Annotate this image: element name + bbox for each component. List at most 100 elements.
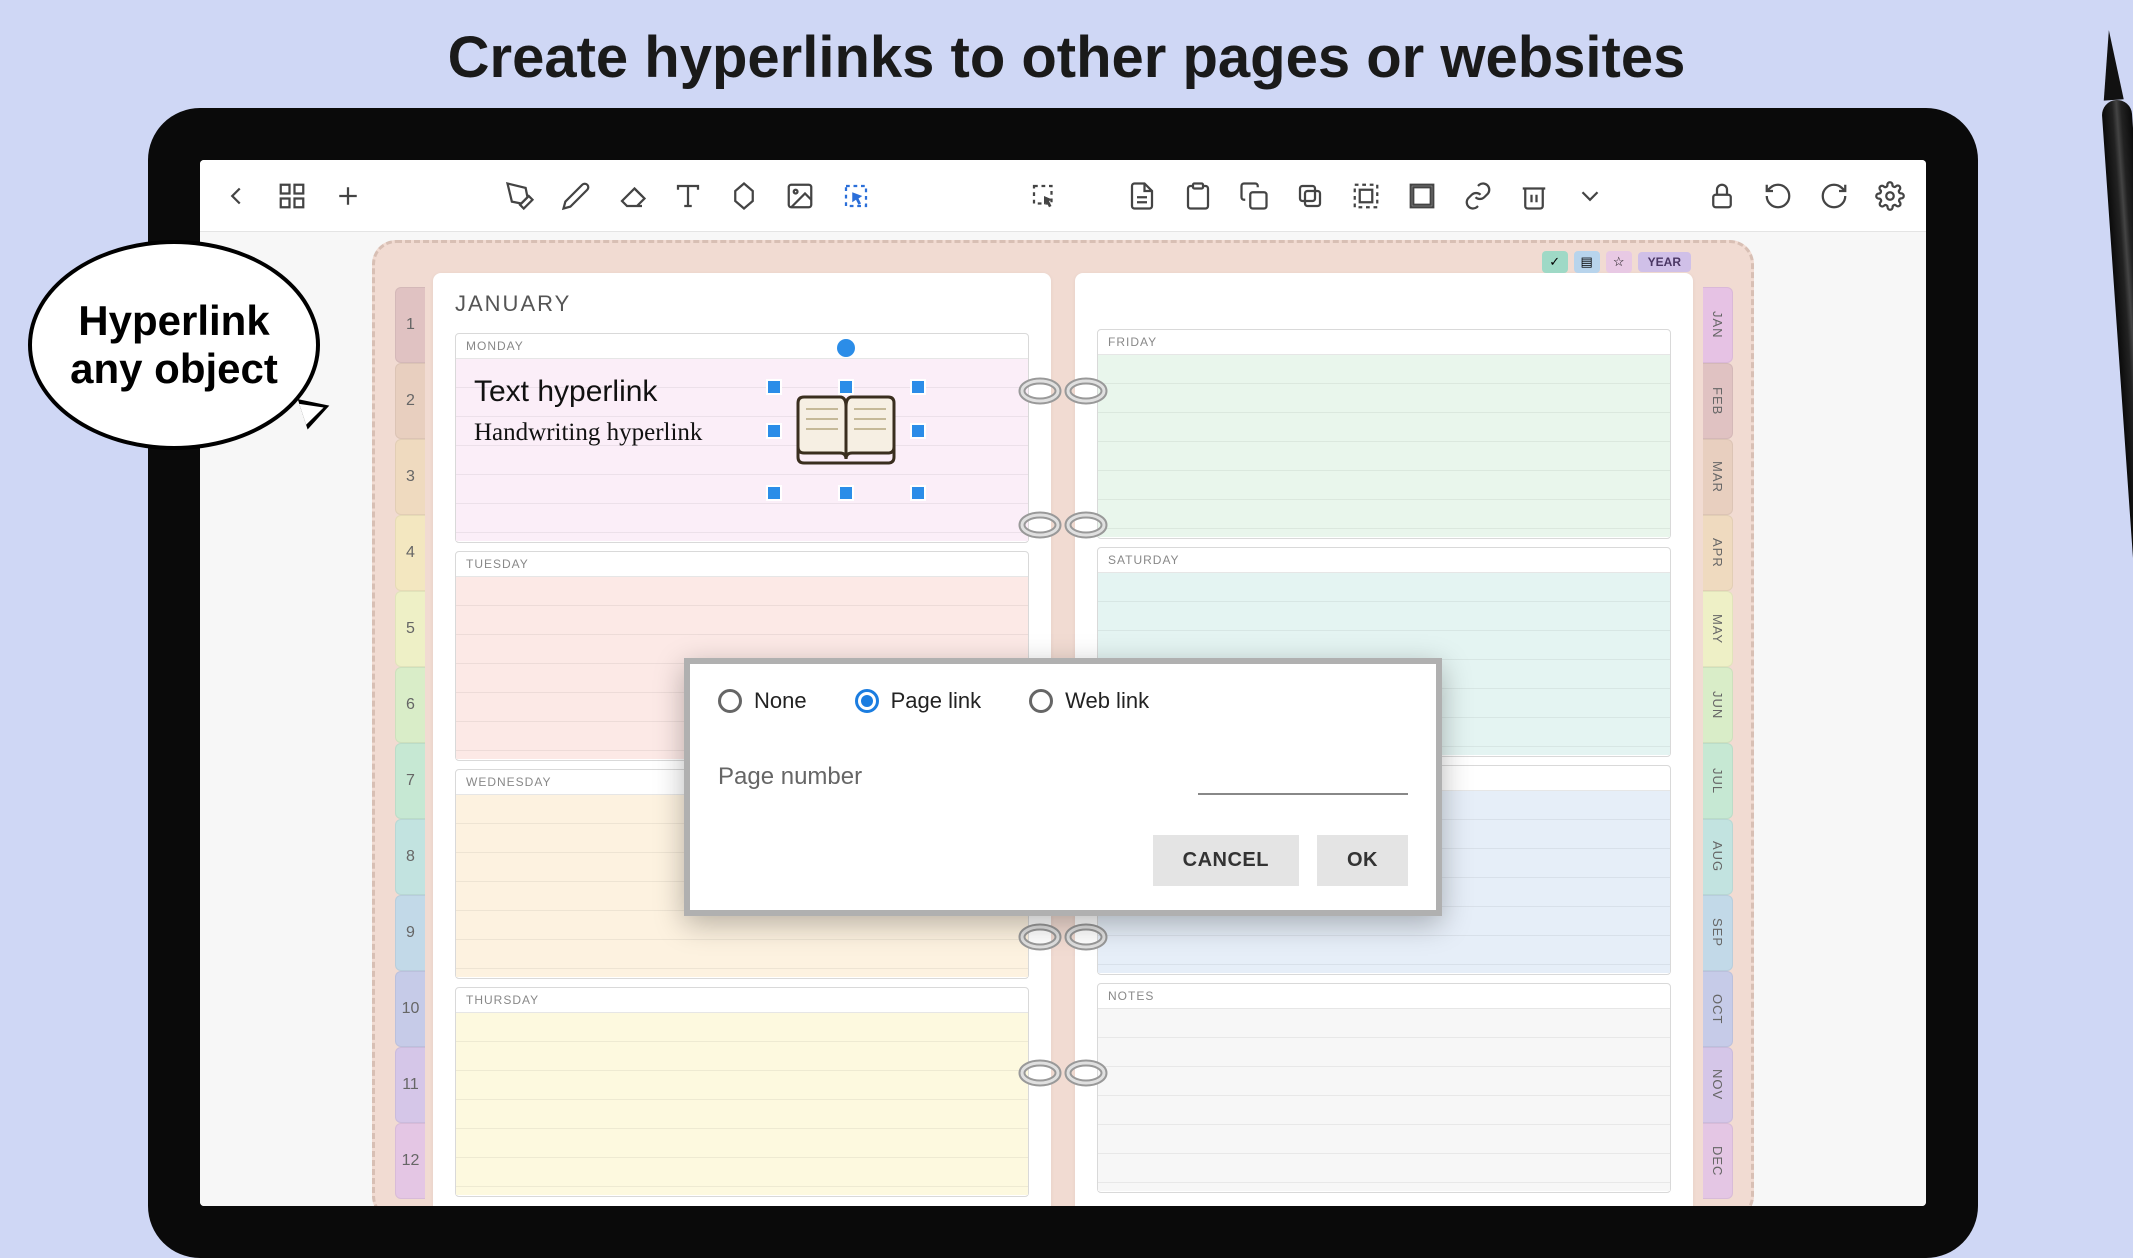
- number-tab-2[interactable]: 2: [395, 363, 425, 439]
- toolbar: [200, 160, 1926, 232]
- month-name: JANUARY: [455, 291, 1029, 317]
- page-number-input[interactable]: [1198, 758, 1408, 795]
- day-label: TUESDAY: [456, 552, 1028, 577]
- delete-icon[interactable]: [1512, 174, 1556, 218]
- pen-icon[interactable]: [498, 174, 542, 218]
- marquee-icon[interactable]: [1022, 174, 1066, 218]
- month-tab-mar[interactable]: MAR: [1703, 439, 1733, 515]
- radio-none[interactable]: None: [718, 688, 807, 714]
- ungroup-icon[interactable]: [1344, 174, 1388, 218]
- number-tab-3[interactable]: 3: [395, 439, 425, 515]
- handwriting-hyperlink-sample[interactable]: Handwriting hyperlink: [474, 419, 1010, 447]
- page-number-label: Page number: [718, 763, 862, 791]
- eraser-icon[interactable]: [610, 174, 654, 218]
- pencil-icon[interactable]: [554, 174, 598, 218]
- resize-handle[interactable]: [910, 379, 926, 395]
- day-label: SATURDAY: [1098, 548, 1670, 573]
- chevron-down-icon[interactable]: [1568, 174, 1612, 218]
- star-chip-icon[interactable]: ☆: [1606, 251, 1632, 273]
- binder-ring-icon: [1018, 919, 1108, 955]
- radio-page-label: Page link: [891, 688, 982, 714]
- day-label: MONDAY: [456, 334, 1028, 359]
- resize-handle[interactable]: [766, 485, 782, 501]
- page-chip-icon[interactable]: ▤: [1574, 251, 1600, 273]
- month-tab-oct[interactable]: OCT: [1703, 971, 1733, 1047]
- settings-icon[interactable]: [1868, 174, 1912, 218]
- image-icon[interactable]: [778, 174, 822, 218]
- callout-line2: any object: [70, 345, 278, 392]
- radio-page-link[interactable]: Page link: [855, 688, 982, 714]
- rotate-handle[interactable]: [837, 339, 855, 357]
- month-tab-jul[interactable]: JUL: [1703, 743, 1733, 819]
- resize-handle[interactable]: [766, 379, 782, 395]
- month-tab-apr[interactable]: APR: [1703, 515, 1733, 591]
- page-title: Create hyperlinks to other pages or webs…: [0, 0, 2133, 109]
- add-page-icon[interactable]: [326, 174, 370, 218]
- number-tab-4[interactable]: 4: [395, 515, 425, 591]
- binder-ring-icon: [1018, 1055, 1108, 1091]
- radio-none-label: None: [754, 688, 807, 714]
- day-block-monday: MONDAY Text hyperlink Handwriting hyperlin…: [455, 333, 1029, 543]
- grid-view-icon[interactable]: [270, 174, 314, 218]
- month-tab-nov[interactable]: NOV: [1703, 1047, 1733, 1123]
- month-tab-dec[interactable]: DEC: [1703, 1123, 1733, 1199]
- checkbox-chip-icon[interactable]: ✓: [1542, 251, 1568, 273]
- page-icon[interactable]: [1120, 174, 1164, 218]
- number-tab-12[interactable]: 12: [395, 1123, 425, 1199]
- day-block-notes: NOTES: [1097, 983, 1671, 1193]
- month-tab-sep[interactable]: SEP: [1703, 895, 1733, 971]
- book-icon: [794, 393, 898, 467]
- binder-ring-icon: [1018, 507, 1108, 543]
- top-chips: ✓ ▤ ☆ YEAR: [1542, 251, 1691, 273]
- callout-bubble: Hyperlink any object: [28, 240, 320, 450]
- cancel-button[interactable]: CANCEL: [1153, 835, 1299, 886]
- selected-object[interactable]: [766, 361, 926, 501]
- month-tab-may[interactable]: MAY: [1703, 591, 1733, 667]
- stylus-pen: [2061, 10, 2131, 1190]
- ok-button[interactable]: OK: [1317, 835, 1408, 886]
- shape-icon[interactable]: [722, 174, 766, 218]
- back-icon[interactable]: [214, 174, 258, 218]
- day-block-thursday: THURSDAY: [455, 987, 1029, 1197]
- day-label: FRIDAY: [1098, 330, 1670, 355]
- tablet-frame: ✓ ▤ ☆ YEAR 123456789101112 JANFEBMARAPRM…: [148, 108, 1978, 1258]
- hyperlink-dialog: None Page link Web link Page number: [684, 658, 1442, 916]
- link-icon[interactable]: [1456, 174, 1500, 218]
- number-tabs: 123456789101112: [395, 287, 425, 1199]
- number-tab-8[interactable]: 8: [395, 819, 425, 895]
- number-tab-11[interactable]: 11: [395, 1047, 425, 1123]
- number-tab-1[interactable]: 1: [395, 287, 425, 363]
- number-tab-10[interactable]: 10: [395, 971, 425, 1047]
- number-tab-6[interactable]: 6: [395, 667, 425, 743]
- text-icon[interactable]: [666, 174, 710, 218]
- resize-handle[interactable]: [910, 485, 926, 501]
- undo-icon[interactable]: [1756, 174, 1800, 218]
- year-chip[interactable]: YEAR: [1638, 252, 1691, 272]
- lock-icon[interactable]: [1700, 174, 1744, 218]
- text-hyperlink-sample[interactable]: Text hyperlink: [474, 375, 1010, 409]
- copy-icon[interactable]: [1232, 174, 1276, 218]
- day-block-friday: FRIDAY: [1097, 329, 1671, 539]
- number-tab-7[interactable]: 7: [395, 743, 425, 819]
- group-icon[interactable]: [1400, 174, 1444, 218]
- resize-handle[interactable]: [766, 423, 782, 439]
- number-tab-5[interactable]: 5: [395, 591, 425, 667]
- binder-ring-icon: [1018, 373, 1108, 409]
- app-screen: ✓ ▤ ☆ YEAR 123456789101112 JANFEBMARAPRM…: [200, 160, 1926, 1206]
- paste-icon[interactable]: [1176, 174, 1220, 218]
- radio-web-label: Web link: [1065, 688, 1149, 714]
- day-label: THURSDAY: [456, 988, 1028, 1013]
- month-tab-feb[interactable]: FEB: [1703, 363, 1733, 439]
- duplicate-icon[interactable]: [1288, 174, 1332, 218]
- day-label: NOTES: [1098, 984, 1670, 1009]
- number-tab-9[interactable]: 9: [395, 895, 425, 971]
- lasso-select-icon[interactable]: [834, 174, 878, 218]
- month-tab-aug[interactable]: AUG: [1703, 819, 1733, 895]
- callout-line1: Hyperlink: [78, 297, 269, 344]
- redo-icon[interactable]: [1812, 174, 1856, 218]
- resize-handle[interactable]: [838, 485, 854, 501]
- month-tab-jun[interactable]: JUN: [1703, 667, 1733, 743]
- radio-web-link[interactable]: Web link: [1029, 688, 1149, 714]
- month-tab-jan[interactable]: JAN: [1703, 287, 1733, 363]
- resize-handle[interactable]: [910, 423, 926, 439]
